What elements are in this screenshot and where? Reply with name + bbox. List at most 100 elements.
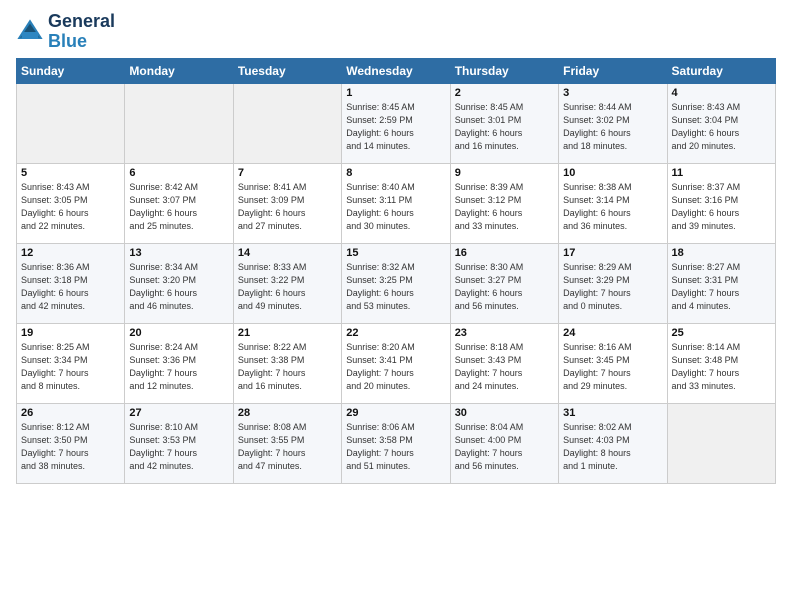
calendar-cell: 26Sunrise: 8:12 AM Sunset: 3:50 PM Dayli…	[17, 403, 125, 483]
calendar-cell: 10 Sunrise: 8:38 AM Sunset: 3:14 PM Dayli…	[559, 163, 667, 243]
day-info: Sunrise: 8:18 AM Sunset: 3:43 PM Dayligh…	[455, 341, 554, 393]
week-row-4: 19 Sunrise: 8:25 AM Sunset: 3:34 PM Dayli…	[17, 323, 776, 403]
day-info: Sunrise: 8:39 AM Sunset: 3:12 PM Dayligh…	[455, 181, 554, 233]
day-info: Sunrise: 8:32 AM Sunset: 3:25 PM Dayligh…	[346, 261, 445, 313]
calendar-cell: 12 Sunrise: 8:36 AM Sunset: 3:18 PM Dayli…	[17, 243, 125, 323]
calendar-cell	[125, 83, 233, 163]
day-number: 20	[129, 327, 228, 339]
day-number: 8	[346, 167, 445, 179]
day-info: Sunrise: 8:43 AM Sunset: 3:04 PM Dayligh…	[672, 101, 771, 153]
calendar-cell	[17, 83, 125, 163]
day-number: 6	[129, 167, 228, 179]
calendar-cell	[233, 83, 341, 163]
day-number: 18	[672, 247, 771, 259]
calendar-cell: 20Sunrise: 8:24 AM Sunset: 3:36 PM Dayli…	[125, 323, 233, 403]
day-info: Sunrise: 8:37 AM Sunset: 3:16 PM Dayligh…	[672, 181, 771, 233]
day-info: Sunrise: 8:45 AM Sunset: 2:59 PM Dayligh…	[346, 101, 445, 153]
calendar-cell: 11 Sunrise: 8:37 AM Sunset: 3:16 PM Dayli…	[667, 163, 775, 243]
calendar-cell: 15 Sunrise: 8:32 AM Sunset: 3:25 PM Dayli…	[342, 243, 450, 323]
calendar-cell: 6 Sunrise: 8:42 AM Sunset: 3:07 PM Daylig…	[125, 163, 233, 243]
day-info: Sunrise: 8:22 AM Sunset: 3:38 PM Dayligh…	[238, 341, 337, 393]
calendar-container: General Blue SundayMondayTuesdayWednesda…	[0, 0, 792, 492]
day-number: 2	[455, 87, 554, 99]
day-info: Sunrise: 8:02 AM Sunset: 4:03 PM Dayligh…	[563, 421, 662, 473]
day-info: Sunrise: 8:36 AM Sunset: 3:18 PM Dayligh…	[21, 261, 120, 313]
day-info: Sunrise: 8:43 AM Sunset: 3:05 PM Dayligh…	[21, 181, 120, 233]
day-number: 16	[455, 247, 554, 259]
day-number: 31	[563, 407, 662, 419]
weekday-header-row: SundayMondayTuesdayWednesdayThursdayFrid…	[17, 58, 776, 83]
day-info: Sunrise: 8:38 AM Sunset: 3:14 PM Dayligh…	[563, 181, 662, 233]
weekday-header-wednesday: Wednesday	[342, 58, 450, 83]
calendar-cell: 28Sunrise: 8:08 AM Sunset: 3:55 PM Dayli…	[233, 403, 341, 483]
day-info: Sunrise: 8:25 AM Sunset: 3:34 PM Dayligh…	[21, 341, 120, 393]
calendar-cell: 31 Sunrise: 8:02 AM Sunset: 4:03 PM Dayli…	[559, 403, 667, 483]
weekday-header-thursday: Thursday	[450, 58, 558, 83]
day-number: 1	[346, 87, 445, 99]
day-info: Sunrise: 8:04 AM Sunset: 4:00 PM Dayligh…	[455, 421, 554, 473]
calendar-cell: 5 Sunrise: 8:43 AM Sunset: 3:05 PM Daylig…	[17, 163, 125, 243]
calendar-cell: 14Sunrise: 8:33 AM Sunset: 3:22 PM Dayli…	[233, 243, 341, 323]
day-number: 9	[455, 167, 554, 179]
weekday-header-saturday: Saturday	[667, 58, 775, 83]
week-row-2: 5 Sunrise: 8:43 AM Sunset: 3:05 PM Daylig…	[17, 163, 776, 243]
day-info: Sunrise: 8:45 AM Sunset: 3:01 PM Dayligh…	[455, 101, 554, 153]
calendar-cell: 18 Sunrise: 8:27 AM Sunset: 3:31 PM Dayli…	[667, 243, 775, 323]
calendar-cell: 17Sunrise: 8:29 AM Sunset: 3:29 PM Dayli…	[559, 243, 667, 323]
day-number: 28	[238, 407, 337, 419]
week-row-5: 26Sunrise: 8:12 AM Sunset: 3:50 PM Dayli…	[17, 403, 776, 483]
day-info: Sunrise: 8:06 AM Sunset: 3:58 PM Dayligh…	[346, 421, 445, 473]
day-number: 3	[563, 87, 662, 99]
day-info: Sunrise: 8:33 AM Sunset: 3:22 PM Dayligh…	[238, 261, 337, 313]
header: General Blue	[16, 12, 776, 52]
calendar-cell: 16Sunrise: 8:30 AM Sunset: 3:27 PM Dayli…	[450, 243, 558, 323]
weekday-header-monday: Monday	[125, 58, 233, 83]
calendar-cell: 2 Sunrise: 8:45 AM Sunset: 3:01 PM Daylig…	[450, 83, 558, 163]
day-number: 21	[238, 327, 337, 339]
calendar-cell: 25 Sunrise: 8:14 AM Sunset: 3:48 PM Dayli…	[667, 323, 775, 403]
day-number: 29	[346, 407, 445, 419]
calendar-cell: 21 Sunrise: 8:22 AM Sunset: 3:38 PM Dayli…	[233, 323, 341, 403]
day-info: Sunrise: 8:44 AM Sunset: 3:02 PM Dayligh…	[563, 101, 662, 153]
day-number: 5	[21, 167, 120, 179]
day-info: Sunrise: 8:14 AM Sunset: 3:48 PM Dayligh…	[672, 341, 771, 393]
day-number: 30	[455, 407, 554, 419]
calendar-cell: 19 Sunrise: 8:25 AM Sunset: 3:34 PM Dayli…	[17, 323, 125, 403]
day-number: 23	[455, 327, 554, 339]
day-number: 11	[672, 167, 771, 179]
calendar-cell: 3 Sunrise: 8:44 AM Sunset: 3:02 PM Daylig…	[559, 83, 667, 163]
day-info: Sunrise: 8:34 AM Sunset: 3:20 PM Dayligh…	[129, 261, 228, 313]
calendar-cell: 7 Sunrise: 8:41 AM Sunset: 3:09 PM Daylig…	[233, 163, 341, 243]
day-number: 7	[238, 167, 337, 179]
calendar-cell: 8 Sunrise: 8:40 AM Sunset: 3:11 PM Daylig…	[342, 163, 450, 243]
calendar-cell: 27 Sunrise: 8:10 AM Sunset: 3:53 PM Dayli…	[125, 403, 233, 483]
week-row-1: 1 Sunrise: 8:45 AM Sunset: 2:59 PM Daylig…	[17, 83, 776, 163]
day-number: 19	[21, 327, 120, 339]
day-info: Sunrise: 8:42 AM Sunset: 3:07 PM Dayligh…	[129, 181, 228, 233]
day-info: Sunrise: 8:29 AM Sunset: 3:29 PM Dayligh…	[563, 261, 662, 313]
day-number: 24	[563, 327, 662, 339]
day-info: Sunrise: 8:27 AM Sunset: 3:31 PM Dayligh…	[672, 261, 771, 313]
day-number: 15	[346, 247, 445, 259]
calendar-cell	[667, 403, 775, 483]
weekday-header-sunday: Sunday	[17, 58, 125, 83]
day-number: 22	[346, 327, 445, 339]
day-info: Sunrise: 8:12 AM Sunset: 3:50 PM Dayligh…	[21, 421, 120, 473]
day-number: 12	[21, 247, 120, 259]
week-row-3: 12 Sunrise: 8:36 AM Sunset: 3:18 PM Dayli…	[17, 243, 776, 323]
calendar-cell: 4Sunrise: 8:43 AM Sunset: 3:04 PM Daylig…	[667, 83, 775, 163]
calendar-cell: 9 Sunrise: 8:39 AM Sunset: 3:12 PM Daylig…	[450, 163, 558, 243]
day-info: Sunrise: 8:16 AM Sunset: 3:45 PM Dayligh…	[563, 341, 662, 393]
logo: General Blue	[16, 12, 115, 52]
calendar-cell: 1 Sunrise: 8:45 AM Sunset: 2:59 PM Daylig…	[342, 83, 450, 163]
day-info: Sunrise: 8:10 AM Sunset: 3:53 PM Dayligh…	[129, 421, 228, 473]
day-info: Sunrise: 8:40 AM Sunset: 3:11 PM Dayligh…	[346, 181, 445, 233]
day-number: 27	[129, 407, 228, 419]
day-number: 25	[672, 327, 771, 339]
calendar-cell: 13 Sunrise: 8:34 AM Sunset: 3:20 PM Dayli…	[125, 243, 233, 323]
day-number: 10	[563, 167, 662, 179]
logo-icon	[16, 18, 44, 46]
day-number: 13	[129, 247, 228, 259]
logo-text: General Blue	[48, 12, 115, 52]
day-info: Sunrise: 8:41 AM Sunset: 3:09 PM Dayligh…	[238, 181, 337, 233]
